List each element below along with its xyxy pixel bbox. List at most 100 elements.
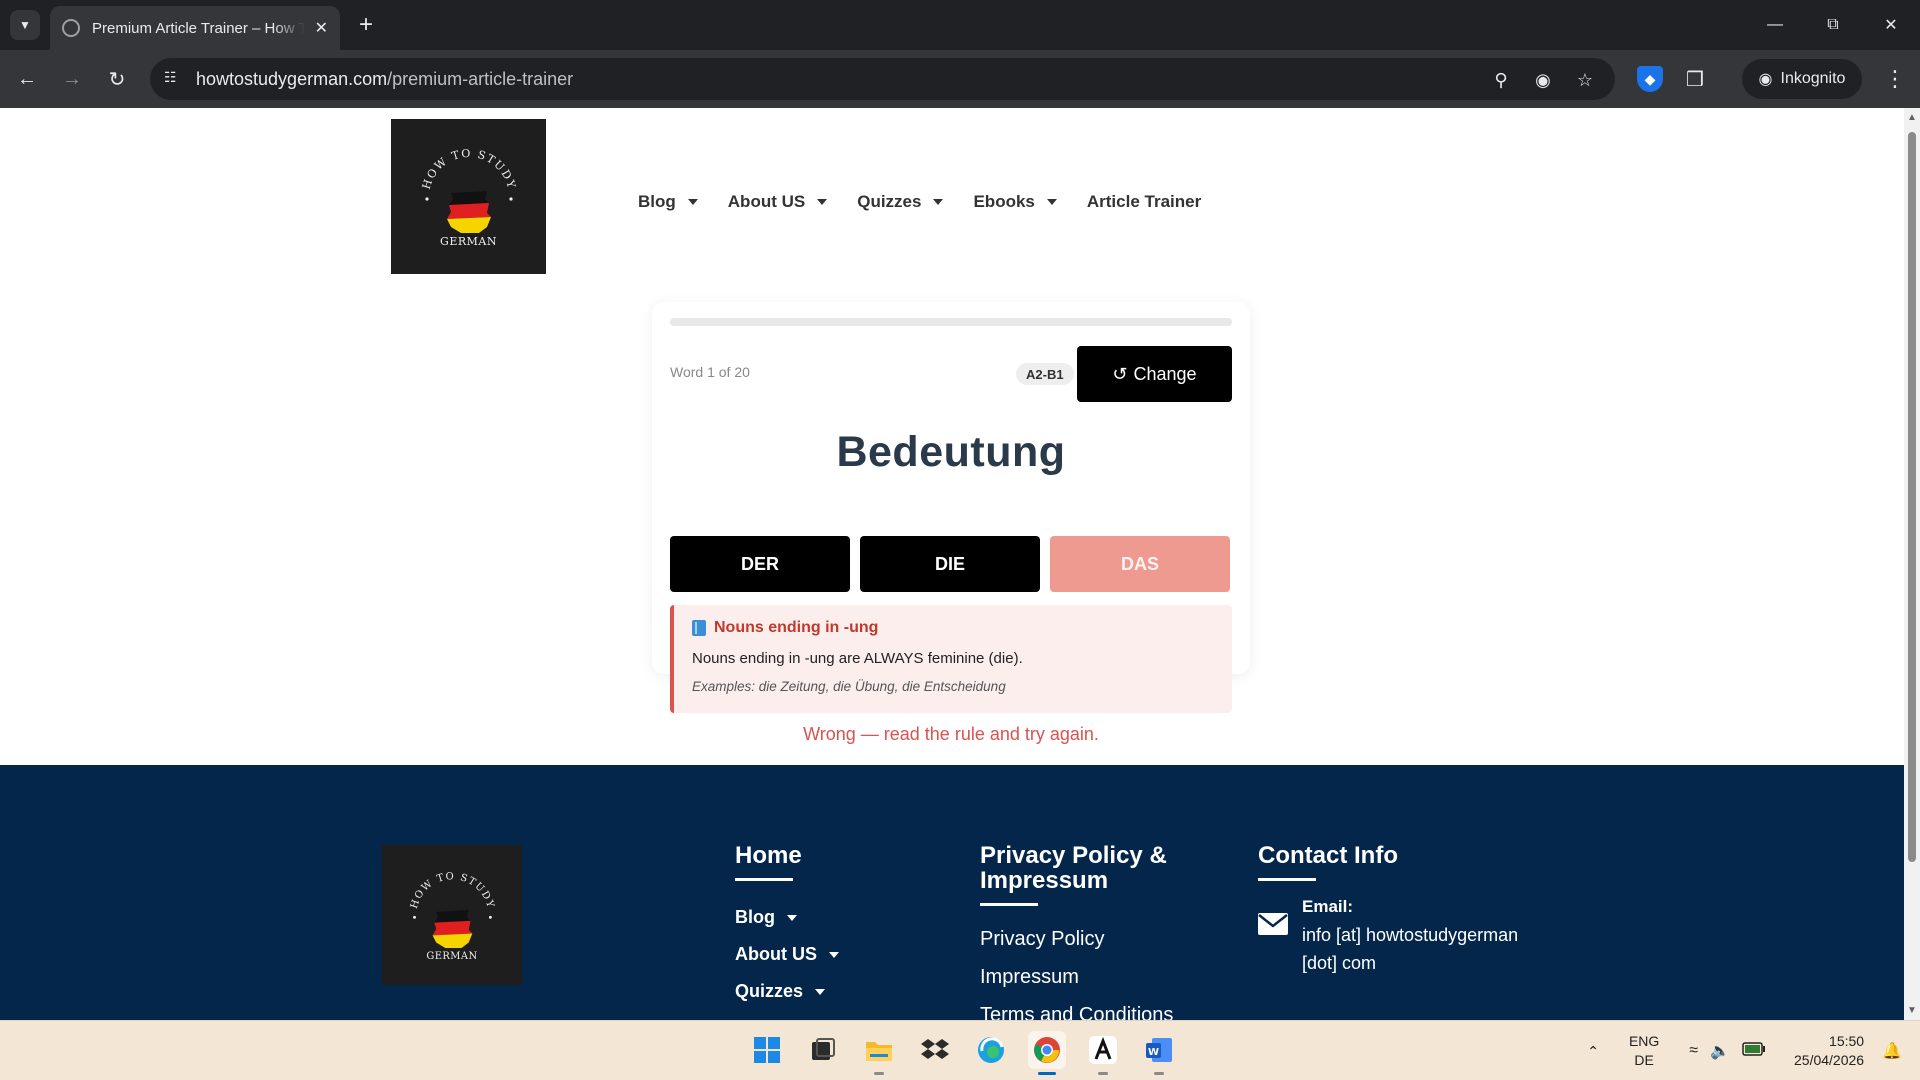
clock-date: 25/04/2026 bbox=[1794, 1052, 1865, 1068]
email-label: Email: bbox=[1302, 897, 1354, 916]
incognito-label: Inkognito bbox=[1780, 70, 1846, 87]
footer-privacy-heading: Privacy Policy & Impressum bbox=[980, 842, 1167, 894]
running-indicator bbox=[1038, 1072, 1056, 1075]
answer-feedback: Wrong — read the rule and try again. bbox=[803, 724, 1099, 744]
nav-item-blog[interactable]: Blog bbox=[638, 192, 698, 212]
book-icon bbox=[692, 620, 706, 636]
rule-title: Nouns ending in -ung bbox=[714, 619, 879, 636]
url-text[interactable]: howtostudygerman.com/premium-article-tra… bbox=[196, 69, 573, 90]
footer-link-quizzes[interactable]: Quizzes bbox=[735, 973, 839, 1010]
active-tab[interactable]: Premium Article Trainer – How To Study G… bbox=[50, 6, 340, 50]
tab-search-chevron-icon[interactable]: ▼ bbox=[10, 10, 40, 40]
scroll-down-arrow-icon[interactable]: ▼ bbox=[1907, 1005, 1917, 1016]
nav-item-about-us[interactable]: About US bbox=[728, 192, 828, 212]
footer-logo[interactable]: HOW TO STUDY GERMAN bbox=[382, 845, 522, 985]
system-tray: ⌃ ENG DE ≈ 🔈 15:50 25/04/2026 🔔 bbox=[1587, 1021, 1920, 1080]
rule-title-row: Nouns ending in -ung bbox=[692, 619, 878, 637]
nav-item-ebooks[interactable]: Ebooks bbox=[973, 192, 1057, 212]
taskbar-apps: W bbox=[748, 1031, 1178, 1075]
input-language-indicator[interactable]: ENG DE bbox=[1629, 1032, 1659, 1070]
edge-browser-icon[interactable] bbox=[972, 1031, 1010, 1069]
back-arrow-icon[interactable]: ← bbox=[12, 64, 42, 94]
change-level-button[interactable]: ↺ Change bbox=[1077, 346, 1232, 402]
wifi-icon[interactable]: ≈ bbox=[1689, 1042, 1698, 1060]
dropdown-caret-icon bbox=[1046, 199, 1057, 205]
logo-graphic: HOW TO STUDY GERMAN bbox=[420, 147, 519, 248]
footer-logo-graphic: HOW TO STUDY GERMAN bbox=[409, 871, 495, 962]
grammar-rule-box: Nouns ending in -ung Nouns ending in -un… bbox=[670, 605, 1232, 713]
site-favicon-icon bbox=[62, 19, 80, 37]
footer-logo-top-text: HOW TO STUDY bbox=[409, 871, 495, 910]
notifications-bell-icon[interactable]: 🔔 bbox=[1882, 1041, 1902, 1061]
chrome-browser-icon[interactable] bbox=[1028, 1031, 1066, 1075]
running-indicator bbox=[1098, 1072, 1108, 1075]
footer-contact-column: Contact Info Email: info [at] howtostudy… bbox=[1258, 843, 1532, 977]
nav-item-article-trainer[interactable]: Article Trainer bbox=[1087, 192, 1201, 212]
footer-link-blog[interactable]: Blog bbox=[735, 899, 839, 936]
heading-underline bbox=[1258, 878, 1316, 881]
page-viewport: HOW TO STUDY GERMAN Blog About US Quizze… bbox=[0, 108, 1904, 1020]
footer-link-impressum[interactable]: Impressum bbox=[980, 958, 1200, 996]
scroll-up-arrow-icon[interactable]: ▲ bbox=[1907, 112, 1917, 123]
heading-underline bbox=[735, 878, 793, 881]
svg-text:HOW TO STUDY: HOW TO STUDY bbox=[420, 147, 519, 191]
incognito-icon: ◉ bbox=[1758, 71, 1773, 88]
minimize-icon[interactable]: — bbox=[1746, 0, 1804, 50]
logo-top-text: HOW TO STUDY bbox=[420, 147, 517, 191]
volume-icon[interactable]: 🔈 bbox=[1710, 1041, 1730, 1061]
footer-home-column: Home Blog About US Quizzes bbox=[735, 843, 839, 1010]
scroll-thumb[interactable] bbox=[1908, 132, 1916, 862]
article-trainer-card: Word 1 of 20 A2-B1 ↺ Change Bedeutung DE… bbox=[652, 302, 1250, 744]
task-view-icon[interactable] bbox=[804, 1031, 842, 1069]
envelope-icon bbox=[1258, 913, 1288, 935]
article-button-die[interactable]: DIE bbox=[860, 536, 1040, 592]
reload-icon[interactable]: ↻ bbox=[102, 64, 132, 94]
progress-bar bbox=[670, 318, 1232, 326]
footer-link-about-us[interactable]: About US bbox=[735, 936, 839, 973]
change-button-label: Change bbox=[1133, 363, 1197, 384]
logo-bottom-text: GERMAN bbox=[440, 235, 497, 248]
zoom-icon[interactable]: ⚲ bbox=[1489, 68, 1513, 92]
restore-icon[interactable]: ⧉ bbox=[1804, 0, 1862, 50]
battery-icon[interactable] bbox=[1742, 1041, 1766, 1061]
page-scrollbar[interactable]: ▲ ▼ bbox=[1904, 108, 1920, 1020]
word-app-icon[interactable]: W bbox=[1140, 1031, 1178, 1075]
dropdown-caret-icon bbox=[828, 951, 839, 958]
forward-arrow-icon[interactable]: → bbox=[57, 64, 87, 94]
browser-menu-icon[interactable]: ⋮ bbox=[1882, 66, 1908, 92]
password-manager-shield-icon[interactable]: ◆ bbox=[1637, 66, 1663, 92]
new-tab-plus-icon[interactable]: + bbox=[352, 12, 380, 40]
show-hidden-icons-chevron-icon[interactable]: ⌃ bbox=[1587, 1043, 1599, 1060]
tab-close-icon[interactable]: ✕ bbox=[315, 18, 328, 38]
heading-underline bbox=[980, 903, 1038, 906]
running-indicator bbox=[1154, 1072, 1164, 1075]
bookmark-star-icon[interactable]: ☆ bbox=[1573, 68, 1597, 92]
word-counter: Word 1 of 20 bbox=[670, 364, 750, 380]
dropbox-icon[interactable] bbox=[916, 1031, 954, 1069]
extensions-puzzle-icon[interactable]: ❒ bbox=[1682, 66, 1708, 92]
footer-link-privacy-policy[interactable]: Privacy Policy bbox=[980, 920, 1200, 958]
file-explorer-icon[interactable] bbox=[860, 1031, 898, 1075]
footer-logo-bottom-text: GERMAN bbox=[426, 951, 477, 962]
eye-off-icon[interactable]: ◉ bbox=[1531, 68, 1555, 92]
dropdown-caret-icon bbox=[787, 914, 797, 921]
incognito-profile-button[interactable]: ◉ Inkognito bbox=[1742, 59, 1862, 99]
refresh-icon: ↺ bbox=[1112, 363, 1128, 384]
site-info-icon[interactable]: ☷ bbox=[164, 69, 184, 89]
svg-text:W: W bbox=[1148, 1047, 1159, 1058]
dropdown-caret-icon bbox=[687, 199, 698, 205]
address-bar[interactable]: ☷ howtostudygerman.com/premium-article-t… bbox=[150, 58, 1615, 100]
target-noun: Bedeutung bbox=[836, 428, 1066, 476]
system-clock[interactable]: 15:50 25/04/2026 bbox=[1794, 1032, 1864, 1070]
dropdown-caret-icon bbox=[933, 199, 944, 205]
windows-taskbar: W ⌃ ENG DE ≈ 🔈 15:50 25/04/2026 🔔 bbox=[0, 1020, 1920, 1080]
font-app-icon[interactable] bbox=[1084, 1031, 1122, 1075]
article-button-der[interactable]: DER bbox=[670, 536, 850, 592]
nav-item-quizzes[interactable]: Quizzes bbox=[857, 192, 944, 212]
tab-strip: ▼ Premium Article Trainer – How To Study… bbox=[0, 0, 1920, 50]
site-logo[interactable]: HOW TO STUDY GERMAN bbox=[391, 119, 546, 274]
article-button-das[interactable]: DAS bbox=[1050, 536, 1230, 592]
footer-link-terms[interactable]: Terms and Conditions bbox=[980, 996, 1200, 1021]
close-window-icon[interactable]: ✕ bbox=[1862, 0, 1920, 50]
windows-start-icon[interactable] bbox=[748, 1031, 786, 1069]
